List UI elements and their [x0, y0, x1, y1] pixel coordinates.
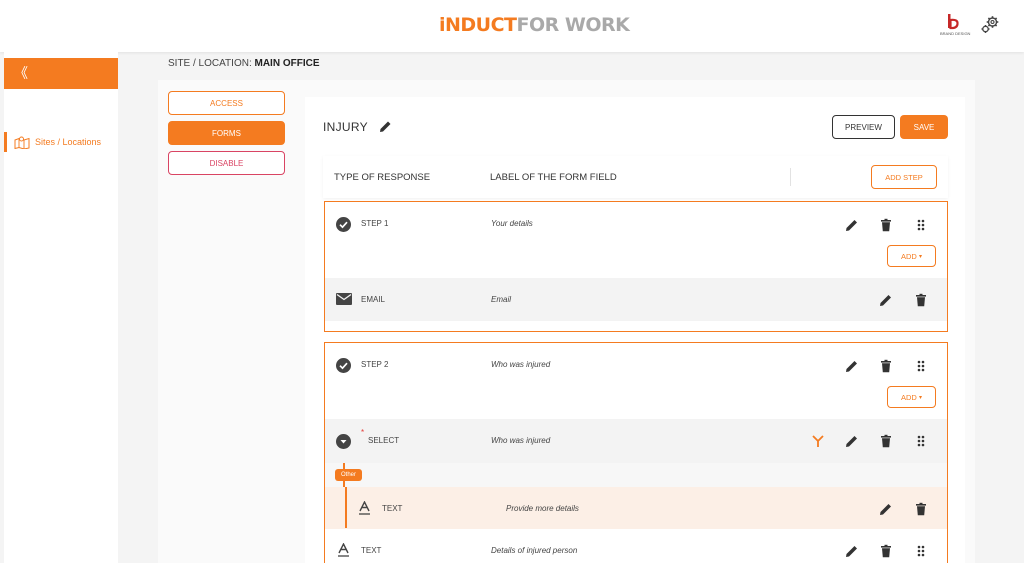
- table-header: TYPE OF RESPONSE LABEL OF THE FORM FIELD…: [323, 156, 948, 198]
- step-1-add-button[interactable]: ADD ▾: [887, 245, 936, 267]
- settings-button[interactable]: [980, 15, 1000, 35]
- delete-field-trash-icon[interactable]: [879, 544, 893, 558]
- step-1-row: STEP 1 Your details ADD ▾: [325, 203, 947, 278]
- sidebar-item-sites-locations[interactable]: Sites / Locations: [4, 132, 118, 152]
- save-button[interactable]: SAVE: [900, 115, 948, 139]
- field-label: Email: [491, 295, 512, 304]
- add-step-button[interactable]: ADD STEP: [871, 165, 937, 189]
- drag-handle-icon[interactable]: [914, 218, 928, 232]
- field-type: EMAIL: [361, 295, 386, 304]
- logo-for-work: FOR WORK: [516, 14, 630, 36]
- edit-step-1-pencil-icon[interactable]: [845, 218, 859, 232]
- disable-button[interactable]: DISABLE: [168, 151, 285, 175]
- caret-down-icon: ▾: [918, 394, 922, 401]
- sidebar-collapse-button[interactable]: 《: [4, 58, 118, 89]
- field-label: Details of injured person: [491, 546, 578, 555]
- delete-step-2-trash-icon[interactable]: [879, 359, 893, 373]
- step-2-label: Who was injured: [491, 360, 551, 369]
- field-label: Who was injured: [491, 436, 551, 445]
- add-label: ADD: [901, 392, 917, 402]
- dropdown-circle-icon: [336, 434, 351, 449]
- column-header-type: TYPE OF RESPONSE: [334, 172, 431, 183]
- column-header-label: LABEL OF THE FORM FIELD: [490, 172, 617, 183]
- caret-down-icon: ▾: [918, 253, 922, 260]
- edit-step-2-pencil-icon[interactable]: [845, 359, 859, 373]
- drag-handle-icon[interactable]: [914, 359, 928, 373]
- delete-field-trash-icon[interactable]: [914, 293, 928, 307]
- edit-title-button[interactable]: [379, 120, 392, 133]
- edit-field-pencil-icon[interactable]: [879, 502, 893, 516]
- branch-other-badge: Other: [335, 469, 362, 481]
- app-logo[interactable]: iNDUCTFOR WORK: [439, 14, 630, 36]
- top-bar: iNDUCTFOR WORK BRAND DESIGN: [0, 0, 1024, 52]
- field-type: TEXT: [361, 546, 382, 555]
- form-title: INJURY: [323, 120, 368, 134]
- field-type: TEXT: [382, 504, 403, 513]
- sidebar-item-label: Sites / Locations: [35, 137, 102, 147]
- email-icon: [336, 293, 352, 305]
- edit-field-pencil-icon[interactable]: [845, 544, 859, 558]
- pencil-icon: [380, 121, 391, 132]
- brand-design-text: BRAND DESIGN: [940, 31, 971, 36]
- field-label: Provide more details: [506, 504, 579, 513]
- step-2-row: STEP 2 Who was injured ADD ▾: [325, 344, 947, 419]
- brand-mark-icon: [948, 14, 959, 30]
- field-row-select: * SELECT Who was injured: [325, 419, 947, 463]
- logo-induct: iNDUCT: [439, 14, 517, 36]
- breadcrumb: SITE / LOCATION: MAIN OFFICE: [168, 58, 320, 69]
- gears-icon: [981, 16, 999, 33]
- sidebar: 《 Sites / Locations: [4, 52, 118, 563]
- step-2-type: STEP 2: [361, 360, 389, 369]
- field-type: SELECT: [368, 436, 400, 445]
- breadcrumb-prefix: SITE / LOCATION:: [168, 58, 252, 69]
- text-format-icon: [338, 543, 349, 557]
- text-format-icon: [359, 501, 370, 515]
- double-chevron-left-icon: 《: [14, 65, 28, 81]
- field-row-email: EMAIL Email: [325, 278, 947, 321]
- map-icon: [14, 136, 30, 149]
- required-asterisk: *: [361, 428, 365, 437]
- access-button[interactable]: ACCESS: [168, 91, 285, 115]
- field-row-conditional-text: TEXT Provide more details: [325, 487, 947, 529]
- step-1-label: Your details: [491, 219, 533, 228]
- branch-logic-icon[interactable]: [811, 434, 825, 448]
- step-1-type: STEP 1: [361, 219, 389, 228]
- add-label: ADD: [901, 251, 917, 261]
- field-row-text: TEXT Details of injured person: [325, 530, 947, 563]
- drag-handle-icon[interactable]: [914, 544, 928, 558]
- breadcrumb-site-name: MAIN OFFICE: [254, 58, 320, 69]
- preview-button[interactable]: PREVIEW: [832, 115, 895, 139]
- delete-step-1-trash-icon[interactable]: [879, 218, 893, 232]
- delete-field-trash-icon[interactable]: [914, 502, 928, 516]
- step-2-add-button[interactable]: ADD ▾: [887, 386, 936, 408]
- forms-button[interactable]: FORMS: [168, 121, 285, 145]
- branch-indent-line: [345, 487, 347, 528]
- edit-field-pencil-icon[interactable]: [879, 293, 893, 307]
- check-circle-icon: [336, 358, 351, 373]
- edit-field-pencil-icon[interactable]: [845, 434, 859, 448]
- delete-field-trash-icon[interactable]: [879, 434, 893, 448]
- column-divider: [790, 168, 791, 186]
- drag-handle-icon[interactable]: [914, 434, 928, 448]
- check-circle-icon: [336, 217, 351, 232]
- branch-spacer: [325, 463, 947, 487]
- brand-design-logo[interactable]: BRAND DESIGN: [940, 14, 971, 38]
